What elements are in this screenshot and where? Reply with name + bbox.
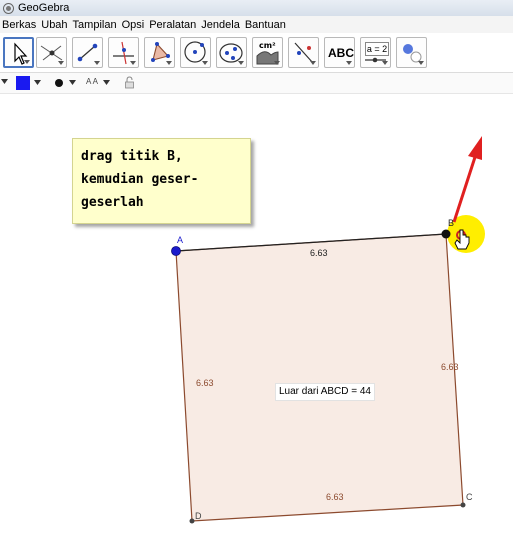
- dropdown-triangle-icon: [274, 61, 280, 65]
- point-style-dropdown-icon[interactable]: [68, 79, 77, 87]
- point-c-label: C: [466, 492, 473, 502]
- dropdown-triangle-icon: [166, 61, 172, 65]
- menu-jendela[interactable]: Jendela: [199, 19, 243, 31]
- point-b-label: B: [448, 218, 454, 228]
- point-c[interactable]: [460, 502, 466, 508]
- menu-opsi[interactable]: Opsi: [120, 19, 148, 31]
- note-line-1: drag titik B,: [81, 149, 183, 164]
- window-title: GeoGebra: [18, 2, 70, 14]
- lock-icon[interactable]: [124, 76, 136, 89]
- font-size-dropdown-icon[interactable]: [102, 79, 111, 87]
- side-ab-length: 6.63: [310, 248, 328, 258]
- color-dropdown-icon[interactable]: [33, 79, 42, 87]
- title-bar: GeoGebra: [0, 0, 513, 17]
- style-bar: A A: [0, 73, 513, 94]
- menu-bantuan[interactable]: Bantuan: [243, 19, 289, 31]
- point-tool-button[interactable]: [36, 37, 67, 68]
- dropdown-triangle-icon: [94, 61, 100, 65]
- color-swatch-fill: [16, 76, 30, 90]
- measure-label: cm²: [259, 41, 276, 50]
- menu-peralatan[interactable]: Peralatan: [147, 19, 199, 31]
- dropdown-triangle-icon: [418, 61, 424, 65]
- menu-bar: Berkas Ubah Tampilan Opsi Peralatan Jend…: [0, 16, 513, 33]
- dropdown-triangle-icon: [130, 61, 136, 65]
- dropdown-triangle-icon: [202, 61, 208, 65]
- perpendicular-tool-button[interactable]: [108, 37, 139, 68]
- instruction-note: drag titik B, kemudian geser- geserlah: [72, 138, 251, 224]
- segment-tool-button[interactable]: [72, 37, 103, 68]
- measure-tool-button[interactable]: cm²: [252, 37, 283, 68]
- show-hide-tool-button[interactable]: [396, 37, 427, 68]
- point-d-label: D: [195, 511, 202, 521]
- drag-arrow-shaft: [452, 153, 478, 223]
- area-text-box[interactable]: Luar dari ABCD = 44: [275, 383, 375, 401]
- note-line-2: kemudian geser-: [81, 172, 199, 187]
- text-tool-button[interactable]: ABC: [324, 37, 355, 68]
- dropdown-triangle-icon: [58, 61, 64, 65]
- dropdown-triangle-icon: [382, 61, 388, 65]
- slider-tool-button[interactable]: a = 2: [360, 37, 391, 68]
- point-d[interactable]: [189, 518, 195, 524]
- reflect-tool-button[interactable]: [288, 37, 319, 68]
- text-icon: ABC: [328, 46, 354, 60]
- dropdown-triangle-icon: [346, 61, 352, 65]
- circle-tool-button[interactable]: [180, 37, 211, 68]
- move-tool-button[interactable]: [3, 37, 34, 68]
- conic-tool-button[interactable]: [216, 37, 247, 68]
- dropdown-triangle-icon: [310, 61, 316, 65]
- side-bc-length: 6.63: [441, 362, 459, 372]
- square-abcd[interactable]: [175, 233, 464, 522]
- menu-berkas[interactable]: Berkas: [0, 19, 39, 31]
- drag-arrow-head: [468, 136, 482, 160]
- menu-ubah[interactable]: Ubah: [39, 19, 70, 31]
- color-swatch[interactable]: [16, 76, 30, 90]
- point-a[interactable]: [171, 246, 181, 256]
- note-line-3: geserlah: [81, 195, 144, 210]
- dropdown-triangle-icon: [24, 60, 30, 64]
- font-size-button[interactable]: A A: [86, 77, 98, 86]
- geogebra-logo-icon: [3, 2, 14, 14]
- side-da-length: 6.63: [196, 378, 214, 388]
- menu-tampilan[interactable]: Tampilan: [71, 19, 120, 31]
- polygon-tool-button[interactable]: [144, 37, 175, 68]
- point-b[interactable]: [441, 229, 451, 239]
- point-a-label: A: [177, 235, 183, 245]
- point-style-icon[interactable]: [54, 78, 64, 88]
- dropdown-triangle-icon: [238, 61, 244, 65]
- toolbar: cm² ABC a = 2: [0, 34, 513, 73]
- toggle-stylebar-icon[interactable]: [0, 77, 10, 87]
- side-cd-length: 6.63: [326, 492, 344, 502]
